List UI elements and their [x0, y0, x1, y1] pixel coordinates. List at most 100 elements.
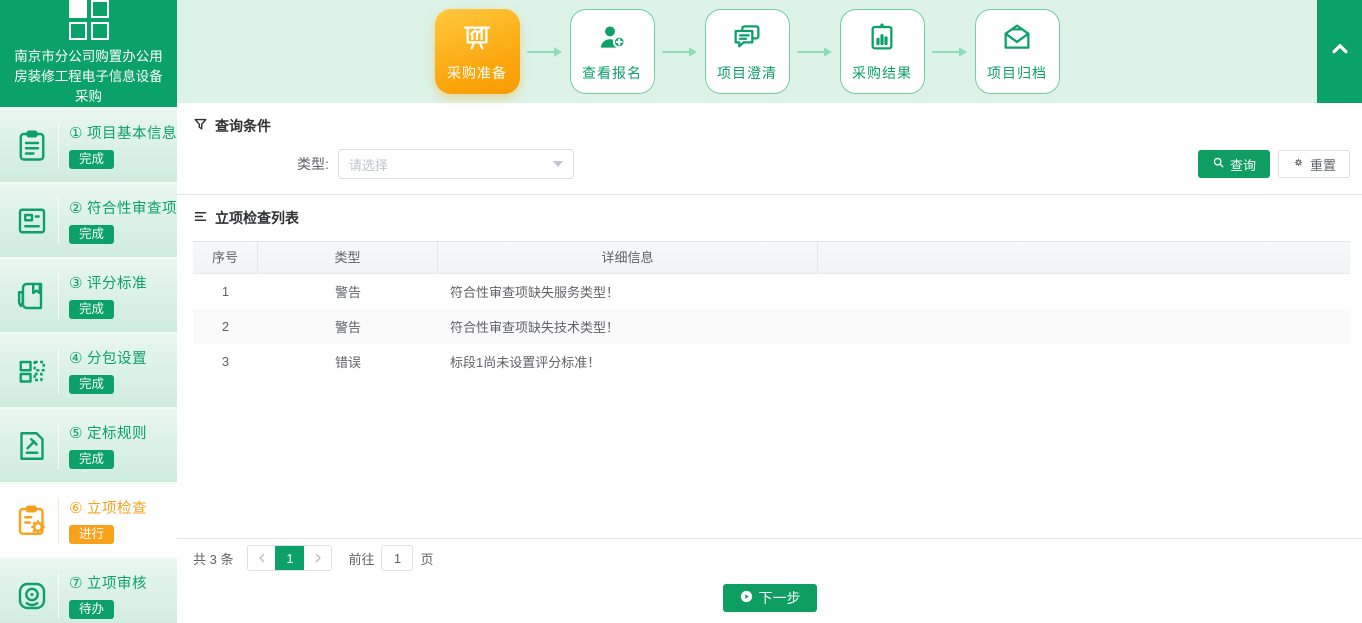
check-table: 序号 类型 详细信息 1 警告 符合性审查项缺失服务类型！ 2 警告 — [193, 241, 1350, 379]
sidebar-item-label: 定标规则 — [87, 426, 147, 442]
sidebar-item-project-audit[interactable]: ⑦立项审核 待办 — [0, 557, 177, 623]
book-pen-icon — [10, 278, 54, 314]
table-row[interactable]: 2 警告 符合性审查项缺失技术类型！ — [193, 309, 1350, 344]
query-section: 查询条件 类型: 请选择 查询 — [177, 103, 1362, 194]
chevron-up-icon — [1327, 36, 1353, 67]
gear-icon — [1292, 156, 1305, 172]
envelope-icon — [1001, 21, 1033, 58]
sidebar-item-project-basic-info[interactable]: ①项目基本信息 完成 — [0, 107, 177, 182]
sidebar-item-label: 立项检查 — [87, 501, 147, 517]
divider — [58, 198, 59, 244]
column-header-type: 类型 — [258, 242, 438, 273]
table-header: 序号 类型 详细信息 — [193, 241, 1350, 274]
arrow-right-icon — [925, 46, 975, 58]
divider — [58, 498, 59, 544]
arrow-right-icon — [520, 46, 570, 58]
table-row[interactable]: 1 警告 符合性审查项缺失服务类型！ — [193, 274, 1350, 309]
step-number: ⑥ — [69, 500, 83, 517]
arrow-right-icon — [790, 46, 840, 58]
status-badge: 完成 — [69, 450, 114, 469]
step-number: ① — [69, 125, 83, 142]
cell-detail: 符合性审查项缺失服务类型！ — [438, 282, 818, 301]
divider — [58, 273, 59, 319]
search-icon — [1212, 156, 1225, 172]
sidebar-item-label: 分包设置 — [87, 351, 147, 367]
chart-board-icon — [461, 21, 493, 58]
sidebar-item-package-settings[interactable]: ④分包设置 完成 — [0, 332, 177, 407]
workflow-step-label: 采购结果 — [852, 63, 912, 83]
user-add-icon — [596, 21, 628, 58]
cell-no: 3 — [193, 354, 258, 369]
content: 查询条件 类型: 请选择 查询 — [177, 103, 1362, 623]
collapse-button[interactable] — [1317, 0, 1362, 103]
list-section-title: 立项检查列表 — [193, 208, 1350, 228]
goto-label: 前往 — [348, 549, 374, 568]
goto-page-input[interactable] — [381, 545, 413, 571]
cell-no: 1 — [193, 284, 258, 299]
step-number: ③ — [69, 275, 83, 292]
sidebar-item-label: 项目基本信息 — [87, 126, 177, 142]
next-page-button[interactable] — [304, 546, 331, 570]
status-badge: 完成 — [69, 225, 114, 244]
reset-button[interactable]: 重置 — [1278, 150, 1350, 178]
sidebar-item-label: 符合性审查项 — [87, 201, 177, 217]
sidebar-item-award-rules[interactable]: ⑤定标规则 完成 — [0, 407, 177, 482]
prev-page-button[interactable] — [248, 546, 275, 570]
workflow-step-project-clarify[interactable]: 项目澄清 — [705, 9, 790, 94]
pagination: 共 3 条 1 前往 页 — [177, 539, 1362, 577]
status-badge: 完成 — [69, 375, 114, 394]
sidebar-item-project-check[interactable]: ⑥立项检查 进行 — [0, 482, 177, 557]
clipboard-chart-icon — [866, 21, 898, 58]
play-circle-icon — [739, 589, 754, 607]
workflow-step-label: 查看报名 — [582, 63, 642, 83]
chat-bubbles-icon — [731, 21, 763, 58]
next-step-button[interactable]: 下一步 — [723, 584, 817, 612]
step-number: ④ — [69, 350, 83, 367]
sidebar-item-label: 立项审核 — [87, 576, 147, 592]
status-badge: 完成 — [69, 150, 114, 169]
main-area: 采购准备 查看报名 项目 — [177, 0, 1362, 623]
query-section-title: 查询条件 — [193, 116, 1350, 136]
column-header-detail: 详细信息 — [438, 242, 818, 273]
workflow-step-label: 项目澄清 — [717, 63, 777, 83]
workflow-step-project-archive[interactable]: 项目归档 — [975, 9, 1060, 94]
pager: 1 — [247, 545, 332, 571]
webcam-icon — [10, 578, 54, 614]
cell-type: 错误 — [258, 352, 438, 371]
select-placeholder: 请选择 — [349, 155, 388, 174]
arrow-right-icon — [655, 46, 705, 58]
workflow-step-procure-result[interactable]: 采购结果 — [840, 9, 925, 94]
page-number-button[interactable]: 1 — [275, 546, 304, 570]
workflow-steps: 采购准备 查看报名 项目 — [435, 9, 1105, 94]
spacer — [193, 379, 1350, 538]
query-form-row: 类型: 请选择 查询 — [193, 149, 1350, 179]
type-label: 类型: — [297, 154, 329, 174]
page-unit-label: 页 — [420, 549, 433, 568]
table-row[interactable]: 3 错误 标段1尚未设置评分标准！ — [193, 344, 1350, 379]
clipboard-gear-icon — [10, 503, 54, 539]
column-header-no: 序号 — [193, 242, 258, 273]
sidebar-item-compliance-review[interactable]: ②符合性审查项 完成 — [0, 182, 177, 257]
sidebar-item-scoring-standard[interactable]: ③评分标准 完成 — [0, 257, 177, 332]
step-number: ⑤ — [69, 425, 83, 442]
sidebar-header: 南京市分公司购置办公用房装修工程电子信息设备采购 — [0, 0, 177, 107]
list-section: 立项检查列表 序号 类型 详细信息 1 警告 符合性审查项缺失服务类型！ — [177, 195, 1362, 538]
divider — [58, 123, 59, 169]
cell-type: 警告 — [258, 317, 438, 336]
total-count: 共 3 条 — [193, 549, 233, 568]
footer: 下一步 — [177, 577, 1362, 623]
step-number: ⑦ — [69, 575, 83, 592]
type-select[interactable]: 请选择 — [338, 149, 574, 179]
query-buttons: 查询 重置 — [1198, 150, 1350, 178]
chevron-down-icon — [553, 161, 563, 167]
workflow-bar: 采购准备 查看报名 项目 — [177, 0, 1362, 103]
workflow-step-view-registration[interactable]: 查看报名 — [570, 9, 655, 94]
cell-type: 警告 — [258, 282, 438, 301]
sidebar: 南京市分公司购置办公用房装修工程电子信息设备采购 ①项目基本信息 完成 ②符合性… — [0, 0, 177, 623]
search-button[interactable]: 查询 — [1198, 150, 1270, 178]
divider — [58, 573, 59, 619]
workflow-step-procure-prepare[interactable]: 采购准备 — [435, 9, 520, 94]
cell-detail: 符合性审查项缺失技术类型！ — [438, 317, 818, 336]
id-card-icon — [10, 203, 54, 239]
app-window: 南京市分公司购置办公用房装修工程电子信息设备采购 ①项目基本信息 完成 ②符合性… — [0, 0, 1362, 623]
